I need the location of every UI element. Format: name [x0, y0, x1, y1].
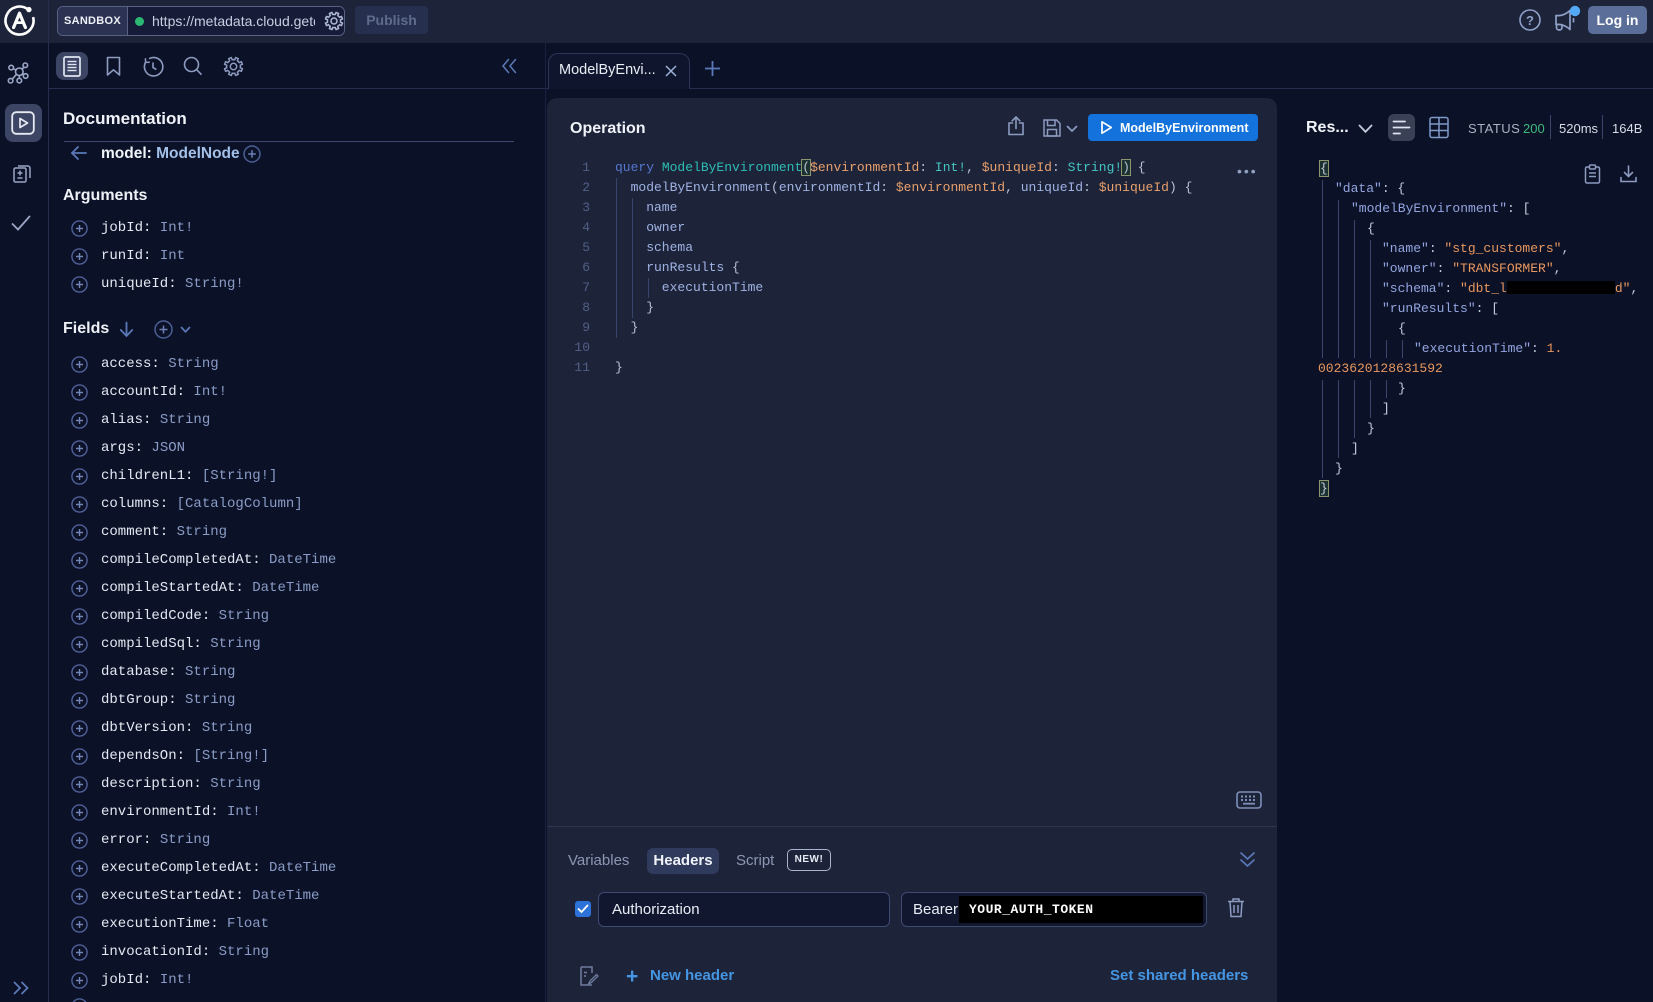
svg-text:?: ? [1526, 13, 1534, 28]
